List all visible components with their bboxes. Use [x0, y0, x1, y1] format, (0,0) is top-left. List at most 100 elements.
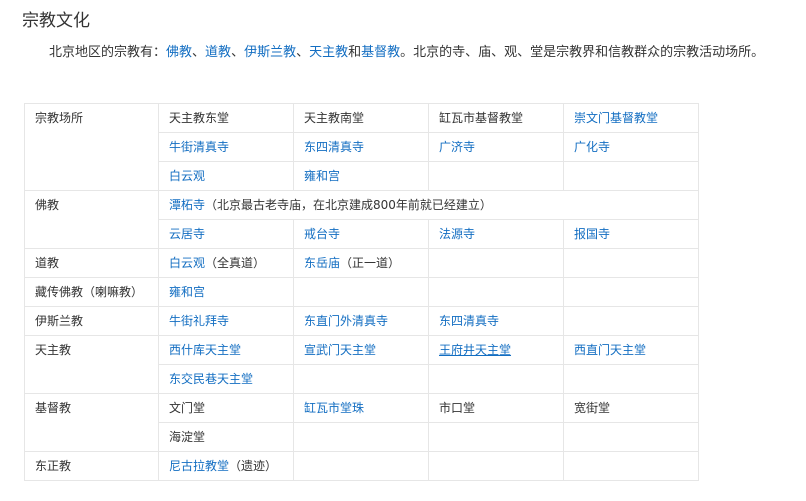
- site-cell: 尼古拉教堂（遗迹）: [158, 451, 294, 481]
- site-cell: [293, 422, 429, 452]
- site-cell: 白云观: [158, 161, 294, 191]
- category-cell: 宗教场所: [24, 103, 159, 191]
- site-cell: 白云观（全真道）: [158, 248, 294, 278]
- site-note: （全真道）: [205, 256, 266, 270]
- site-name: 文门堂: [169, 401, 206, 415]
- intro-before: 北京地区的宗教有：: [49, 45, 167, 60]
- religion-link-islam[interactable]: 伊斯兰教: [244, 45, 296, 60]
- site-link[interactable]: 潭柘寺: [169, 198, 205, 212]
- category-cell: 天主教: [24, 335, 159, 394]
- site-cell: 天主教南堂: [293, 103, 429, 133]
- site-link[interactable]: 宣武门天主堂: [304, 343, 376, 357]
- site-name: 市口堂: [439, 401, 476, 415]
- site-link[interactable]: 东四清真寺: [304, 140, 364, 154]
- site-note: （北京最古老寺庙，在北京建成800年前就已经建立）: [205, 198, 492, 212]
- site-cell: [293, 364, 429, 394]
- site-name: 缸瓦市基督教堂: [439, 111, 524, 125]
- site-cell: [428, 422, 564, 452]
- religion-link-catholicism[interactable]: 天主教: [309, 45, 348, 60]
- site-link[interactable]: 法源寺: [439, 227, 475, 241]
- site-cell: 东交民巷天主堂: [158, 364, 294, 394]
- site-cell: 广济寺: [428, 132, 564, 162]
- site-cell: 东四清真寺: [428, 306, 564, 336]
- table-row: 宗教场所 天主教东堂 天主教南堂 缸瓦市基督教堂 崇文门基督教堂: [24, 103, 699, 191]
- site-cell: [428, 364, 564, 394]
- site-cell: 牛街礼拜寺: [158, 306, 294, 336]
- site-cell: 缸瓦市堂珠: [293, 393, 429, 423]
- table-row: 伊斯兰教 牛街礼拜寺 东直门外清真寺 东四清真寺: [24, 306, 699, 336]
- site-cell: [428, 451, 564, 481]
- site-cell: 法源寺: [428, 219, 564, 249]
- site-cell: [563, 451, 699, 481]
- site-link[interactable]: 东岳庙: [304, 256, 340, 270]
- site-link[interactable]: 牛街礼拜寺: [169, 314, 229, 328]
- site-cell: 广化寺: [563, 132, 699, 162]
- table-row: 藏传佛教（喇嘛教） 雍和宫: [24, 277, 699, 307]
- table-row: 道教 白云观（全真道） 东岳庙（正一道）: [24, 248, 699, 278]
- site-link[interactable]: 广济寺: [439, 140, 475, 154]
- intro-paragraph: 北京地区的宗教有：佛教、道教、伊斯兰教、天主教和基督教。北京的寺、庙、观、堂是宗…: [24, 41, 800, 65]
- site-link[interactable]: 东交民巷天主堂: [169, 372, 253, 386]
- site-link[interactable]: 缸瓦市堂珠: [304, 401, 364, 415]
- site-cell: 东岳庙（正一道）: [293, 248, 429, 278]
- site-name: 宽街堂: [574, 401, 611, 415]
- site-cell: 西直门天主堂: [563, 335, 699, 365]
- category-cell: 伊斯兰教: [24, 306, 159, 336]
- site-cell: 王府井天主堂: [428, 335, 564, 365]
- site-link[interactable]: 东四清真寺: [439, 314, 499, 328]
- intro-sep: 、: [192, 45, 206, 60]
- site-name: 天主教南堂: [304, 111, 365, 125]
- site-cell: [563, 422, 699, 452]
- site-cell: 东直门外清真寺: [293, 306, 429, 336]
- intro-sep: 、: [296, 45, 310, 60]
- site-cell: 牛街清真寺: [158, 132, 294, 162]
- site-cell: [428, 161, 564, 191]
- site-link[interactable]: 雍和宫: [169, 285, 205, 299]
- religion-link-taoism[interactable]: 道教: [205, 45, 231, 60]
- table-row: 基督教 文门堂 缸瓦市堂珠 市口堂 宽街堂: [24, 393, 699, 452]
- site-cell: [428, 277, 564, 307]
- site-cell: 海淀堂: [158, 422, 294, 452]
- site-link[interactable]: 白云观: [169, 169, 205, 183]
- site-link[interactable]: 王府井天主堂: [439, 343, 511, 357]
- site-note: （遗迹）: [229, 459, 278, 473]
- site-cell: 报国寺: [563, 219, 699, 249]
- site-link[interactable]: 戒台寺: [304, 227, 340, 241]
- site-cell: 西什库天主堂: [158, 335, 294, 365]
- table-row: 佛教 潭柘寺（北京最古老寺庙，在北京建成800年前就已经建立）: [24, 190, 699, 249]
- religion-link-christianity[interactable]: 基督教: [361, 45, 400, 60]
- site-link[interactable]: 牛街清真寺: [169, 140, 229, 154]
- site-link[interactable]: 尼古拉教堂: [169, 459, 229, 473]
- site-link[interactable]: 西直门天主堂: [574, 343, 646, 357]
- site-cell: [293, 451, 429, 481]
- site-cell: 雍和宫: [293, 161, 429, 191]
- site-cell: 雍和宫: [158, 277, 294, 307]
- site-link[interactable]: 东直门外清真寺: [304, 314, 388, 328]
- table-row: 天主教 西什库天主堂 宣武门天主堂 王府井天主堂 西直门天主堂: [24, 335, 699, 394]
- site-link[interactable]: 报国寺: [574, 227, 610, 241]
- site-link[interactable]: 白云观: [169, 256, 205, 270]
- religious-sites-table: 宗教场所 天主教东堂 天主教南堂 缸瓦市基督教堂 崇文门基督教堂 牛街清真寺 东四清真寺 广济…: [24, 103, 699, 481]
- site-cell: 崇文门基督教堂: [563, 103, 699, 133]
- site-link[interactable]: 雍和宫: [304, 169, 340, 183]
- site-link[interactable]: 西什库天主堂: [169, 343, 241, 357]
- site-cell: 市口堂: [428, 393, 564, 423]
- intro-after: 。北京的寺、庙、观、堂是宗教界和信教群众的宗教活动场所。: [400, 45, 765, 60]
- site-link[interactable]: 云居寺: [169, 227, 205, 241]
- site-link[interactable]: 崇文门基督教堂: [574, 111, 658, 125]
- religion-link-buddhism[interactable]: 佛教: [166, 45, 192, 60]
- category-cell: 道教: [24, 248, 159, 278]
- site-note: （正一道）: [340, 256, 401, 270]
- site-cell: 云居寺: [158, 219, 294, 249]
- page: 宗教文化 北京地区的宗教有：佛教、道教、伊斯兰教、天主教和基督教。北京的寺、庙、…: [0, 0, 806, 501]
- category-cell: 藏传佛教（喇嘛教）: [24, 277, 159, 307]
- site-cell: [563, 161, 699, 191]
- site-link[interactable]: 广化寺: [574, 140, 610, 154]
- site-cell: 文门堂: [158, 393, 294, 423]
- table-row: 东正教 尼古拉教堂（遗迹）: [24, 451, 699, 481]
- site-cell: 宣武门天主堂: [293, 335, 429, 365]
- site-cell: 宽街堂: [563, 393, 699, 423]
- religious-sites-table-body: 宗教场所 天主教东堂 天主教南堂 缸瓦市基督教堂 崇文门基督教堂 牛街清真寺 东四清真寺 广济…: [24, 103, 699, 481]
- site-cell: [293, 277, 429, 307]
- section-title: 宗教文化: [22, 11, 90, 31]
